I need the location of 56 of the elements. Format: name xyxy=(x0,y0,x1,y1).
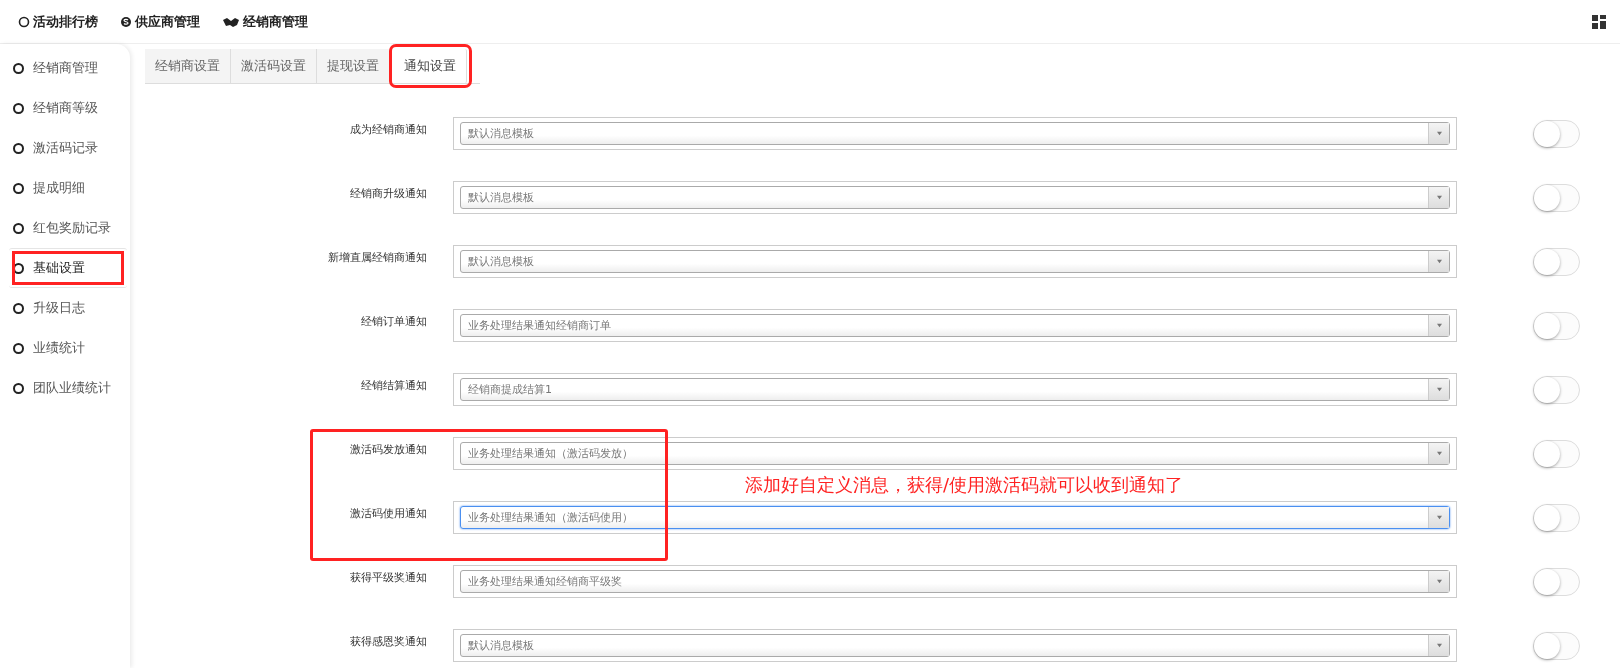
annotation-text: 添加好自定义消息，获得/使用激活码就可以收到通知了 xyxy=(745,473,1184,497)
nav-link[interactable]: 活动排行榜 xyxy=(18,12,98,31)
sidebar-item[interactable]: 基础设置 xyxy=(9,248,127,288)
sidebar-item[interactable]: 升级日志 xyxy=(0,288,130,328)
sidebar-item[interactable]: 红包奖励记录 xyxy=(0,208,130,248)
nav-link[interactable]: 供应商管理 xyxy=(120,12,200,31)
select-field[interactable]: 业务处理结果通知经销商订单 xyxy=(460,314,1450,337)
select-field[interactable]: 业务处理结果通知（激活码使用） xyxy=(460,506,1450,529)
sidebar-item[interactable]: 业绩统计 xyxy=(0,328,130,368)
select-field[interactable]: 默认消息模板 xyxy=(460,186,1450,209)
toggle-switch[interactable] xyxy=(1533,312,1580,340)
field-label: 经销结算通知 xyxy=(360,378,427,393)
select-field[interactable]: 业务处理结果通知经销商平级奖 xyxy=(460,570,1450,593)
circle-icon xyxy=(18,15,30,28)
caret-icon xyxy=(1435,259,1443,264)
toggle-switch[interactable] xyxy=(1533,440,1580,468)
caret-icon xyxy=(1435,387,1443,392)
toggle-switch[interactable] xyxy=(1533,376,1580,404)
grid-icon[interactable] xyxy=(1592,14,1606,29)
field-label: 成为经销商通知 xyxy=(349,122,427,137)
sidebar-item[interactable]: 团队业绩统计 xyxy=(0,368,130,408)
sidebar-item[interactable]: 激活码记录 xyxy=(0,128,130,168)
field-label: 激活码使用通知 xyxy=(349,506,427,521)
field-label: 激活码发放通知 xyxy=(349,442,427,457)
caret-icon xyxy=(1435,579,1443,584)
field-label: 获得平级奖通知 xyxy=(349,570,427,585)
select-field[interactable]: 默认消息模板 xyxy=(460,122,1450,145)
select-field[interactable]: 默认消息模板 xyxy=(460,634,1450,657)
badge-icon xyxy=(120,15,132,28)
field-label: 新增直属经销商通知 xyxy=(327,250,427,265)
handshake-icon xyxy=(222,15,240,28)
caret-icon xyxy=(1435,643,1443,648)
field-label: 经销商升级通知 xyxy=(349,186,427,201)
field-label: 获得感恩奖通知 xyxy=(349,634,427,649)
select-field[interactable]: 业务处理结果通知（激活码发放） xyxy=(460,442,1450,465)
select-field[interactable]: 默认消息模板 xyxy=(460,250,1450,273)
sidebar-item[interactable]: 经销商等级 xyxy=(0,88,130,128)
toggle-switch[interactable] xyxy=(1533,184,1580,212)
toggle-switch[interactable] xyxy=(1533,632,1580,660)
caret-icon xyxy=(1435,195,1443,200)
tab[interactable]: 激活码设置 xyxy=(231,49,317,83)
sidebar-item[interactable]: 提成明细 xyxy=(0,168,130,208)
field-label: 经销订单通知 xyxy=(360,314,427,329)
caret-icon xyxy=(1435,131,1443,136)
toggle-switch[interactable] xyxy=(1533,504,1580,532)
select-field[interactable]: 经销商提成结算1 xyxy=(460,378,1450,401)
toggle-switch[interactable] xyxy=(1533,568,1580,596)
sidebar-item[interactable]: 经销商管理 xyxy=(0,48,130,88)
caret-icon xyxy=(1435,323,1443,328)
tab[interactable]: 提现设置 xyxy=(317,49,390,83)
caret-icon xyxy=(1435,515,1443,520)
nav-link[interactable]: 经销商管理 xyxy=(222,12,308,31)
toggle-switch[interactable] xyxy=(1533,248,1580,276)
caret-icon xyxy=(1435,451,1443,456)
toggle-switch[interactable] xyxy=(1533,120,1580,148)
tab[interactable]: 经销商设置 xyxy=(145,49,231,83)
